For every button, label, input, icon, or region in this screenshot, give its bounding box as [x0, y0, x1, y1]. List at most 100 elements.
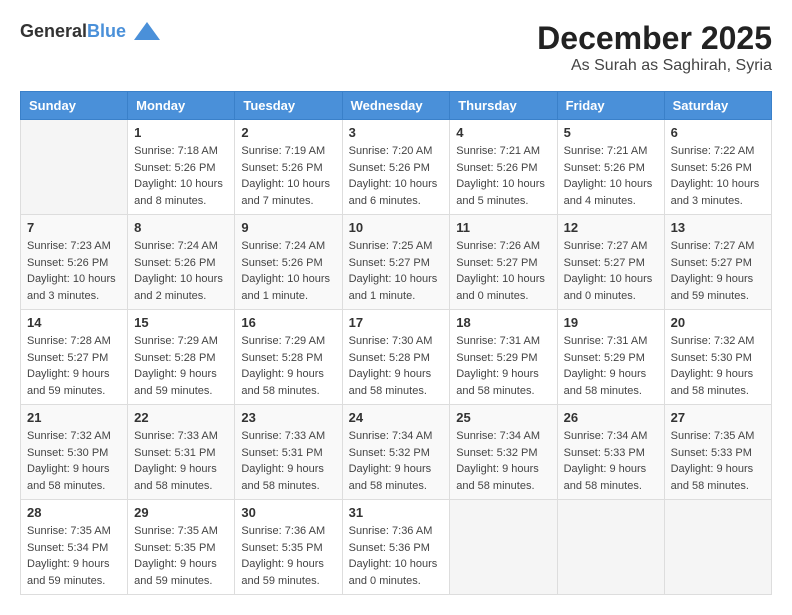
table-row: 28 Sunrise: 7:35 AM Sunset: 5:34 PM Dayli… [21, 500, 128, 595]
day-info: Sunrise: 7:32 AM Sunset: 5:30 PM Dayligh… [671, 333, 765, 399]
header-tuesday: Tuesday [235, 92, 342, 120]
day-info: Sunrise: 7:33 AM Sunset: 5:31 PM Dayligh… [134, 428, 228, 494]
day-number: 28 [27, 505, 121, 520]
logo-text-general: GeneralBlue [20, 21, 126, 42]
table-row [450, 500, 557, 595]
day-number: 19 [564, 315, 658, 330]
day-info: Sunrise: 7:18 AM Sunset: 5:26 PM Dayligh… [134, 143, 228, 209]
table-row: 22 Sunrise: 7:33 AM Sunset: 5:31 PM Dayli… [128, 405, 235, 500]
day-number: 25 [456, 410, 550, 425]
day-number: 15 [134, 315, 228, 330]
day-number: 20 [671, 315, 765, 330]
day-info: Sunrise: 7:24 AM Sunset: 5:26 PM Dayligh… [241, 238, 335, 304]
day-number: 21 [27, 410, 121, 425]
calendar-week-4: 21 Sunrise: 7:32 AM Sunset: 5:30 PM Dayli… [21, 405, 772, 500]
table-row: 21 Sunrise: 7:32 AM Sunset: 5:30 PM Dayli… [21, 405, 128, 500]
day-number: 29 [134, 505, 228, 520]
day-info: Sunrise: 7:33 AM Sunset: 5:31 PM Dayligh… [241, 428, 335, 494]
table-row: 20 Sunrise: 7:32 AM Sunset: 5:30 PM Dayli… [664, 310, 771, 405]
calendar-header-row: Sunday Monday Tuesday Wednesday Thursday… [21, 92, 772, 120]
table-row: 27 Sunrise: 7:35 AM Sunset: 5:33 PM Dayli… [664, 405, 771, 500]
day-number: 23 [241, 410, 335, 425]
table-row: 15 Sunrise: 7:29 AM Sunset: 5:28 PM Dayli… [128, 310, 235, 405]
day-info: Sunrise: 7:35 AM Sunset: 5:34 PM Dayligh… [27, 523, 121, 589]
day-info: Sunrise: 7:19 AM Sunset: 5:26 PM Dayligh… [241, 143, 335, 209]
day-info: Sunrise: 7:34 AM Sunset: 5:32 PM Dayligh… [349, 428, 444, 494]
day-number: 11 [456, 220, 550, 235]
location-title: As Surah as Saghirah, Syria [537, 57, 772, 75]
calendar-week-1: 1 Sunrise: 7:18 AM Sunset: 5:26 PM Daylig… [21, 120, 772, 215]
table-row: 19 Sunrise: 7:31 AM Sunset: 5:29 PM Dayli… [557, 310, 664, 405]
day-info: Sunrise: 7:22 AM Sunset: 5:26 PM Dayligh… [671, 143, 765, 209]
day-info: Sunrise: 7:21 AM Sunset: 5:26 PM Dayligh… [456, 143, 550, 209]
day-info: Sunrise: 7:35 AM Sunset: 5:35 PM Dayligh… [134, 523, 228, 589]
month-title: December 2025 [537, 20, 772, 57]
calendar-table: Sunday Monday Tuesday Wednesday Thursday… [20, 91, 772, 595]
day-number: 14 [27, 315, 121, 330]
table-row: 6Sunrise: 7:22 AM Sunset: 5:26 PM Daylig… [664, 120, 771, 215]
table-row: 14Sunrise: 7:28 AM Sunset: 5:27 PM Dayli… [21, 310, 128, 405]
day-number: 31 [349, 505, 444, 520]
logo-icon [132, 20, 162, 42]
day-number: 30 [241, 505, 335, 520]
day-number: 4 [456, 125, 550, 140]
day-info: Sunrise: 7:20 AM Sunset: 5:26 PM Dayligh… [349, 143, 444, 209]
day-info: Sunrise: 7:32 AM Sunset: 5:30 PM Dayligh… [27, 428, 121, 494]
table-row: 5Sunrise: 7:21 AM Sunset: 5:26 PM Daylig… [557, 120, 664, 215]
table-row: 24 Sunrise: 7:34 AM Sunset: 5:32 PM Dayli… [342, 405, 450, 500]
day-info: Sunrise: 7:35 AM Sunset: 5:33 PM Dayligh… [671, 428, 765, 494]
table-row [557, 500, 664, 595]
day-info: Sunrise: 7:31 AM Sunset: 5:29 PM Dayligh… [456, 333, 550, 399]
day-info: Sunrise: 7:36 AM Sunset: 5:36 PM Dayligh… [349, 523, 444, 589]
table-row: 1 Sunrise: 7:18 AM Sunset: 5:26 PM Daylig… [128, 120, 235, 215]
day-info: Sunrise: 7:34 AM Sunset: 5:33 PM Dayligh… [564, 428, 658, 494]
day-info: Sunrise: 7:27 AM Sunset: 5:27 PM Dayligh… [671, 238, 765, 304]
day-number: 13 [671, 220, 765, 235]
header-wednesday: Wednesday [342, 92, 450, 120]
table-row: 23 Sunrise: 7:33 AM Sunset: 5:31 PM Dayli… [235, 405, 342, 500]
table-row: 10Sunrise: 7:25 AM Sunset: 5:27 PM Dayli… [342, 215, 450, 310]
day-number: 1 [134, 125, 228, 140]
table-row: 26 Sunrise: 7:34 AM Sunset: 5:33 PM Dayli… [557, 405, 664, 500]
logo: GeneralBlue [20, 20, 162, 42]
calendar-week-5: 28 Sunrise: 7:35 AM Sunset: 5:34 PM Dayli… [21, 500, 772, 595]
day-number: 24 [349, 410, 444, 425]
day-info: Sunrise: 7:31 AM Sunset: 5:29 PM Dayligh… [564, 333, 658, 399]
day-info: Sunrise: 7:29 AM Sunset: 5:28 PM Dayligh… [134, 333, 228, 399]
day-number: 9 [241, 220, 335, 235]
table-row [664, 500, 771, 595]
day-number: 2 [241, 125, 335, 140]
calendar-week-2: 7 Sunrise: 7:23 AM Sunset: 5:26 PM Daylig… [21, 215, 772, 310]
day-number: 16 [241, 315, 335, 330]
day-info: Sunrise: 7:23 AM Sunset: 5:26 PM Dayligh… [27, 238, 121, 304]
table-row: 4 Sunrise: 7:21 AM Sunset: 5:26 PM Daylig… [450, 120, 557, 215]
table-row: 11Sunrise: 7:26 AM Sunset: 5:27 PM Dayli… [450, 215, 557, 310]
day-number: 3 [349, 125, 444, 140]
header-sunday: Sunday [21, 92, 128, 120]
page-header: GeneralBlue December 2025 As Surah as Sa… [20, 20, 772, 75]
day-number: 7 [27, 220, 121, 235]
day-info: Sunrise: 7:29 AM Sunset: 5:28 PM Dayligh… [241, 333, 335, 399]
title-area: December 2025 As Surah as Saghirah, Syri… [537, 20, 772, 75]
day-info: Sunrise: 7:24 AM Sunset: 5:26 PM Dayligh… [134, 238, 228, 304]
table-row: 31 Sunrise: 7:36 AM Sunset: 5:36 PM Dayli… [342, 500, 450, 595]
table-row: 29 Sunrise: 7:35 AM Sunset: 5:35 PM Dayli… [128, 500, 235, 595]
day-number: 17 [349, 315, 444, 330]
calendar-week-3: 14Sunrise: 7:28 AM Sunset: 5:27 PM Dayli… [21, 310, 772, 405]
day-number: 27 [671, 410, 765, 425]
table-row: 18Sunrise: 7:31 AM Sunset: 5:29 PM Dayli… [450, 310, 557, 405]
header-thursday: Thursday [450, 92, 557, 120]
day-info: Sunrise: 7:27 AM Sunset: 5:27 PM Dayligh… [564, 238, 658, 304]
day-number: 22 [134, 410, 228, 425]
table-row [21, 120, 128, 215]
day-number: 5 [564, 125, 658, 140]
table-row: 8Sunrise: 7:24 AM Sunset: 5:26 PM Daylig… [128, 215, 235, 310]
day-number: 12 [564, 220, 658, 235]
table-row: 13 Sunrise: 7:27 AM Sunset: 5:27 PM Dayli… [664, 215, 771, 310]
table-row: 12 Sunrise: 7:27 AM Sunset: 5:27 PM Dayli… [557, 215, 664, 310]
table-row: 25 Sunrise: 7:34 AM Sunset: 5:32 PM Dayli… [450, 405, 557, 500]
table-row: 17Sunrise: 7:30 AM Sunset: 5:28 PM Dayli… [342, 310, 450, 405]
table-row: 30Sunrise: 7:36 AM Sunset: 5:35 PM Dayli… [235, 500, 342, 595]
day-info: Sunrise: 7:34 AM Sunset: 5:32 PM Dayligh… [456, 428, 550, 494]
day-number: 26 [564, 410, 658, 425]
